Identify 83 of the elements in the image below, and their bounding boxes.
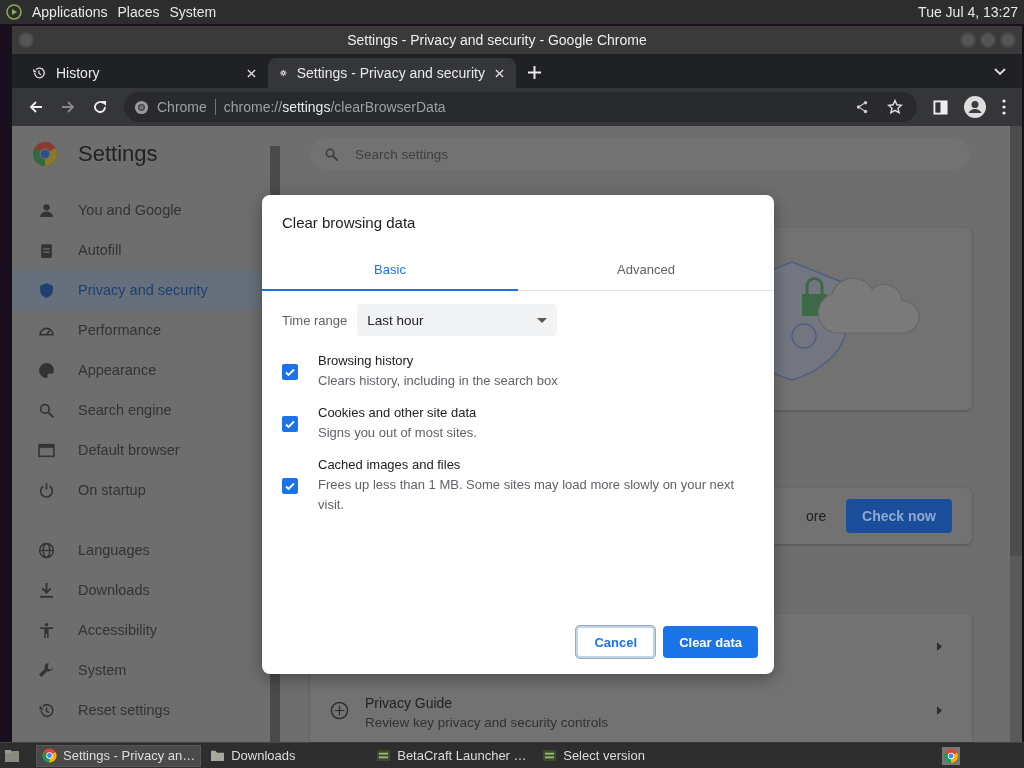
power-icon (38, 481, 55, 499)
search-icon (324, 147, 339, 162)
clipboard-icon (38, 241, 55, 259)
close-tab-icon[interactable] (495, 68, 504, 78)
close-tab-icon[interactable] (247, 68, 256, 78)
show-desktop-icon[interactable] (4, 748, 20, 763)
caret-right-icon[interactable] (937, 641, 942, 651)
app-icon (542, 749, 558, 762)
clear-data-button[interactable]: Clear data (663, 626, 758, 658)
download-icon (38, 581, 55, 599)
option-title: Cached images and files (318, 457, 462, 472)
row-description: Review key privacy and security controls (365, 714, 609, 730)
address-bar[interactable]: Chrome chrome://settings/clearBrowserData (124, 92, 917, 122)
sidebar-item[interactable]: System (12, 650, 270, 690)
app-icon (376, 749, 392, 762)
option-title: Cookies and other site data (318, 405, 477, 420)
window-title: Settings - Privacy and security - Google Chrome (346, 32, 648, 48)
caret-down-icon (537, 317, 548, 323)
sidebar-item[interactable]: On startup (12, 470, 270, 510)
clock[interactable]: Tue Jul 4, 13:27 (918, 4, 1018, 20)
window-icon (38, 441, 55, 459)
accessibility-icon (38, 621, 55, 639)
taskbar-item[interactable]: Settings - Privacy an… (36, 744, 202, 767)
search-icon (38, 401, 55, 419)
sidebar-item[interactable]: Default browser (12, 430, 270, 470)
time-range-dropdown[interactable]: Last hour (357, 304, 558, 336)
checkbox[interactable] (282, 364, 298, 380)
history-icon (32, 66, 46, 80)
option-description: Clears history, including in the search box (318, 372, 558, 390)
sidebar-item[interactable]: Search engine (12, 390, 270, 430)
sidebar-item[interactable]: Languages (12, 530, 270, 570)
chrome-logo-icon (32, 141, 58, 167)
panel-menu[interactable]: System (169, 4, 217, 20)
taskbar-item[interactable]: BetaCraft Launcher … (371, 744, 534, 767)
chrome-logo-icon (42, 748, 57, 763)
page-title: Settings (78, 141, 158, 167)
caret-right-icon[interactable] (937, 705, 942, 715)
taskbar-item[interactable]: Select version (537, 744, 700, 767)
sidebar-item[interactable]: Appearance (12, 350, 270, 390)
checkbox[interactable] (282, 416, 298, 432)
person-icon (38, 201, 55, 219)
time-range-label: Time range (282, 312, 348, 328)
dialog-tab[interactable]: Basic (262, 252, 518, 291)
globe-icon (38, 541, 55, 559)
more-menu-icon[interactable] (1002, 99, 1006, 115)
wrench-icon (38, 661, 55, 679)
back-icon[interactable] (28, 99, 44, 115)
chrome-logo-icon (134, 99, 149, 115)
reload-icon[interactable] (92, 99, 108, 115)
option-description: Signs you out of most sites. (318, 424, 477, 442)
star-icon[interactable] (887, 99, 903, 115)
history-icon (38, 701, 55, 719)
option-title: Browsing history (318, 353, 415, 368)
new-tab-icon[interactable] (528, 66, 541, 79)
dialog-title: Clear browsing data (281, 213, 417, 233)
link-text: ore (805, 508, 827, 525)
sidebar-item[interactable]: You and Google (12, 190, 270, 230)
sidebar-item[interactable]: Downloads (12, 570, 270, 610)
browser-tab[interactable]: Settings - Privacy and security (268, 58, 516, 88)
chrome-logo-icon[interactable] (942, 746, 960, 765)
distro-logo-icon[interactable] (6, 4, 22, 20)
folder-icon (210, 749, 226, 762)
share-icon[interactable] (855, 100, 869, 114)
scrollbar[interactable] (1010, 126, 1022, 742)
chevron-down-icon[interactable] (994, 68, 1006, 76)
palette-icon (38, 361, 55, 379)
panel-menu[interactable]: Places (117, 4, 160, 20)
profile-avatar-icon[interactable] (964, 96, 986, 118)
row-title: Privacy Guide (365, 694, 454, 711)
sidebar-item[interactable]: Accessibility (12, 610, 270, 650)
side-panel-icon[interactable] (933, 99, 948, 115)
panel-menu[interactable]: Applications (32, 4, 108, 20)
forward-icon[interactable] (60, 99, 76, 115)
dialog-tab[interactable]: Advanced (518, 252, 774, 291)
sidebar-item[interactable]: Reset settings (12, 690, 270, 730)
sidebar-item[interactable]: Performance (12, 310, 270, 350)
taskbar-item[interactable]: Downloads (205, 744, 368, 767)
option-description: Frees up less than 1 MB. Some sites may load more slowly on your next visit. (318, 476, 736, 514)
check-now-button[interactable]: Check now (846, 499, 952, 534)
checkbox[interactable] (282, 478, 298, 494)
shield-icon (38, 281, 55, 299)
browser-tab[interactable]: History (20, 58, 268, 88)
cancel-button[interactable]: Cancel (576, 626, 656, 658)
